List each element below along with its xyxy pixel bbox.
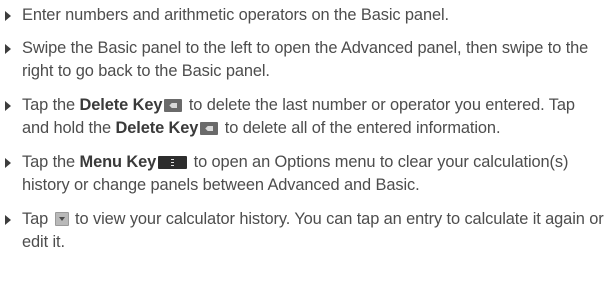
instruction-text: Swipe the Basic panel to the left to ope… xyxy=(22,39,589,80)
delete-key-label: Delete Key xyxy=(115,119,199,137)
instruction-text-part: to view your calculator history. You can… xyxy=(22,210,604,251)
bullet-triangle-icon xyxy=(5,11,11,21)
bullet-triangle-icon xyxy=(5,215,11,225)
delete-key-label: Delete Key xyxy=(79,96,163,114)
menu-key-icon xyxy=(158,156,188,169)
instruction-item-5: Tap to view your calculator history. You… xyxy=(0,208,606,254)
bullet-triangle-icon xyxy=(5,101,11,111)
menu-key-label: Menu Key xyxy=(79,153,157,171)
instruction-text-part: Tap the xyxy=(22,96,80,114)
history-dropdown-icon xyxy=(54,212,69,226)
bullet-triangle-icon xyxy=(5,158,11,168)
instruction-list: Enter numbers and arithmetic operators o… xyxy=(0,4,606,254)
instruction-item-1: Enter numbers and arithmetic operators o… xyxy=(0,4,606,27)
instruction-item-4: Tap the Menu Key to open an Options menu… xyxy=(0,151,606,197)
instruction-item-3: Tap the Delete Key to delete the last nu… xyxy=(0,94,606,140)
instruction-text-part: Tap the xyxy=(22,153,80,171)
instruction-text-part: Tap xyxy=(22,210,53,228)
bullet-triangle-icon xyxy=(5,44,11,54)
instruction-text-part: to delete all of the entered information… xyxy=(220,119,501,137)
delete-key-icon xyxy=(164,99,183,112)
delete-key-icon xyxy=(200,122,219,135)
instruction-item-2: Swipe the Basic panel to the left to ope… xyxy=(0,37,606,83)
instruction-document: Enter numbers and arithmetic operators o… xyxy=(0,0,606,297)
instruction-text: Enter numbers and arithmetic operators o… xyxy=(22,6,449,24)
